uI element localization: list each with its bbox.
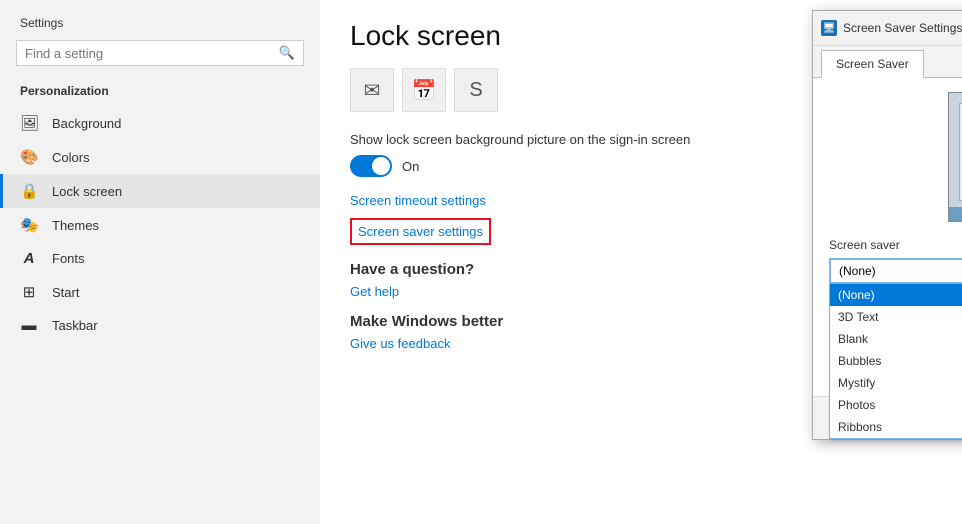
dropdown-option-3dtext[interactable]: 3D Text xyxy=(830,306,962,328)
app-title: Settings xyxy=(0,0,320,40)
sidebar-item-colors[interactable]: 🎨 Colors xyxy=(0,140,320,174)
dialog-title-text: Screen Saver Settings xyxy=(843,21,962,35)
sidebar-item-fonts[interactable]: A Fonts xyxy=(0,242,320,275)
dropdown-option-mystify[interactable]: Mystify xyxy=(830,372,962,394)
background-icon: 🖼 xyxy=(20,114,38,132)
toggle-label: On xyxy=(402,159,419,174)
sidebar-item-lock-screen[interactable]: 🔒 Lock screen xyxy=(0,174,320,208)
dialog-titlebar: 🖥 Screen Saver Settings ✕ xyxy=(813,11,962,46)
dialog-tabs: Screen Saver xyxy=(813,46,962,78)
sidebar-item-background[interactable]: 🖼 Background xyxy=(0,106,320,140)
search-box[interactable]: 🔍 xyxy=(16,40,304,66)
screen-saver-dialog: 🖥 Screen Saver Settings ✕ Screen Saver xyxy=(812,10,962,440)
show-lock-toggle[interactable] xyxy=(350,155,392,177)
screen-saver-settings-btn[interactable]: Screen saver settings xyxy=(352,220,489,243)
sidebar-section-label: Personalization xyxy=(0,78,320,106)
tab-screen-saver[interactable]: Screen Saver xyxy=(821,50,924,78)
dropdown-option-blank[interactable]: Blank xyxy=(830,328,962,350)
start-icon: ⊞ xyxy=(20,283,38,301)
dropdown-option-ribbons[interactable]: Ribbons xyxy=(830,416,962,438)
main-content: Lock screen ✉ 📅 S Show lock screen backg… xyxy=(320,0,962,524)
preview-box xyxy=(948,92,962,222)
dialog-app-icon: 🖥 xyxy=(821,20,837,36)
sidebar-item-label: Start xyxy=(52,285,79,300)
calendar-app-icon: 📅 xyxy=(402,68,446,112)
dropdown-option-bubbles[interactable]: Bubbles xyxy=(830,350,962,372)
sidebar-item-label: Lock screen xyxy=(52,184,122,199)
taskbar-icon: ▬ xyxy=(20,317,38,334)
lock-icon: 🔒 xyxy=(20,182,38,200)
sidebar-item-label: Taskbar xyxy=(52,318,98,333)
dropdown-wrapper: (None)▼ (None) 3D Text Blank Bubbles Mys… xyxy=(829,258,962,284)
dropdown-option-photos[interactable]: Photos xyxy=(830,394,962,416)
fonts-icon: A xyxy=(20,250,38,267)
sidebar-item-themes[interactable]: 🎭 Themes xyxy=(0,208,320,242)
preview-taskbar xyxy=(949,207,962,221)
themes-icon: 🎭 xyxy=(20,216,38,234)
screen-saver-label: Screen saver xyxy=(829,238,962,252)
sidebar-item-label: Themes xyxy=(52,218,99,233)
dialog-title-area: 🖥 Screen Saver Settings xyxy=(821,20,962,36)
dialog-body: Screen saver (None)▼ (None) 3D Text Blan… xyxy=(813,78,962,396)
sidebar-item-label: Colors xyxy=(52,150,90,165)
search-input[interactable] xyxy=(25,46,279,61)
search-icon: 🔍 xyxy=(279,45,295,61)
sidebar-item-start[interactable]: ⊞ Start xyxy=(0,275,320,309)
skype-app-icon: S xyxy=(454,68,498,112)
sidebar: Settings 🔍 Personalization 🖼 Background … xyxy=(0,0,320,524)
dropdown-open-list: (None) 3D Text Blank Bubbles Mystify Pho… xyxy=(829,284,962,439)
sidebar-item-taskbar[interactable]: ▬ Taskbar xyxy=(0,309,320,342)
sidebar-item-label: Fonts xyxy=(52,251,85,266)
dropdown-row: (None)▼ (None) 3D Text Blank Bubbles Mys… xyxy=(829,258,962,284)
screen-saver-section: Screen saver (None)▼ (None) 3D Text Blan… xyxy=(829,238,962,284)
mail-app-icon: ✉ xyxy=(350,68,394,112)
preview-container xyxy=(829,92,962,222)
sidebar-item-label: Background xyxy=(52,116,121,131)
colors-icon: 🎨 xyxy=(20,148,38,166)
dropdown-option-none[interactable]: (None) xyxy=(830,284,962,306)
fake-select-bar[interactable]: (None)▼ xyxy=(829,258,962,284)
